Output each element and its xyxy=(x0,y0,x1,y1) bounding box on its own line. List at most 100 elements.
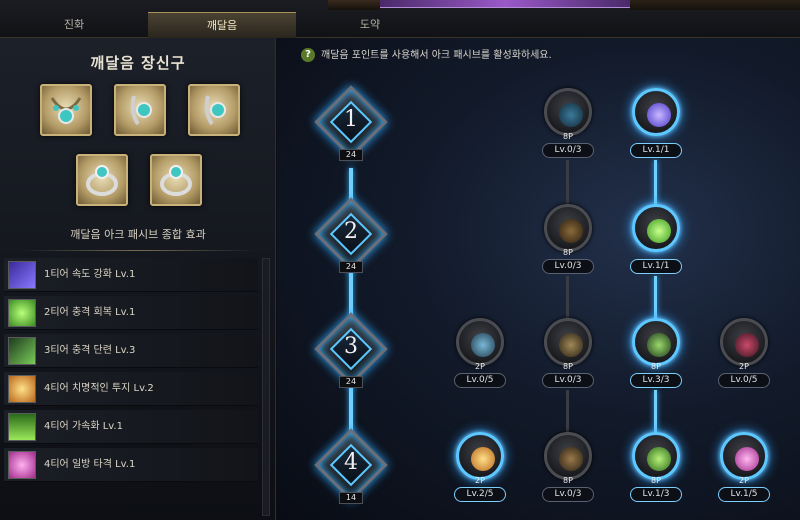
node-points: 8P xyxy=(563,362,573,371)
effect-list: 1티어 속도 강화 Lv.1 2티어 충격 회복 Lv.1 3티어 충격 단련 … xyxy=(4,258,258,486)
node-level: Lv.1/1 xyxy=(630,143,682,158)
node-points: 8P xyxy=(563,248,573,257)
tier-4-badge: 4 14 xyxy=(312,426,390,504)
effect-item[interactable]: 3티어 충격 단련 Lv.3 xyxy=(4,334,258,368)
passive-icon xyxy=(559,219,583,243)
effect-scrollbar[interactable] xyxy=(262,258,270,516)
earring-icon xyxy=(204,95,226,126)
node-level: Lv.1/3 xyxy=(630,487,682,502)
node-level: Lv.2/5 xyxy=(454,487,506,502)
tier-2-badge: 2 24 xyxy=(312,195,390,273)
node-points: 2P xyxy=(475,476,485,485)
passive-orb xyxy=(720,432,768,480)
hint-text: 깨달음 포인트를 사용해서 아크 패시브를 활성화하세요. xyxy=(321,50,552,61)
passive-orb xyxy=(456,432,504,480)
recovery-icon xyxy=(8,299,36,327)
fighting-spirit-icon xyxy=(471,447,495,471)
tier-number: 4 xyxy=(344,450,358,475)
strike-icon xyxy=(735,447,759,471)
tab-enlightenment[interactable]: 깨달음 xyxy=(148,12,296,38)
necklace-icon xyxy=(50,97,82,124)
earring-icon xyxy=(130,95,152,126)
node-level: Lv.0/5 xyxy=(718,373,770,388)
node-points: 2P xyxy=(739,362,749,371)
effect-label: 4티어 치명적인 투지 Lv.2 xyxy=(44,383,154,394)
effect-item[interactable]: 4티어 치명적인 투지 Lv.2 xyxy=(4,372,258,406)
effect-item[interactable]: 1티어 속도 강화 Lv.1 xyxy=(4,258,258,292)
tier-1-badge: 1 24 xyxy=(312,83,390,161)
tier-number: 1 xyxy=(344,107,358,132)
node-t3-a[interactable]: 2P Lv.0/5 xyxy=(452,318,508,394)
earring-slot-1[interactable] xyxy=(114,84,166,136)
speed-icon xyxy=(8,261,36,289)
node-level: Lv.0/5 xyxy=(454,373,506,388)
passive-orb xyxy=(544,204,592,252)
accessory-panel: 깨달음 장신구 깨달음 아크 패시브 종합 효과 1티어 속도 강화 Lv.1 … xyxy=(0,38,276,520)
tier-points: 14 xyxy=(339,492,363,504)
node-level: Lv.0/3 xyxy=(542,143,594,158)
node-points: 8P xyxy=(651,362,661,371)
passive-orb xyxy=(632,432,680,480)
tier-points: 24 xyxy=(339,149,363,161)
node-points: 8P xyxy=(651,476,661,485)
acceleration-icon xyxy=(647,447,671,471)
effect-item[interactable]: 2티어 충격 회복 Lv.1 xyxy=(4,296,258,330)
passive-icon xyxy=(559,333,583,357)
node-t4-b[interactable]: 8P Lv.0/3 xyxy=(540,432,596,508)
passive-orb xyxy=(632,204,680,252)
passive-orb xyxy=(720,318,768,366)
help-icon: ? xyxy=(301,48,315,62)
tab-leap[interactable]: 도약 xyxy=(296,12,444,38)
training-icon xyxy=(647,333,671,357)
top-ornament xyxy=(380,0,630,8)
ring-slot-2[interactable] xyxy=(150,154,202,206)
effect-item[interactable]: 4티어 일방 타격 Lv.1 xyxy=(4,448,258,482)
node-level: Lv.0/3 xyxy=(542,487,594,502)
passive-orb xyxy=(632,88,680,136)
node-t1-b[interactable]: Lv.1/1 xyxy=(628,88,684,164)
node-points: 8P xyxy=(563,476,573,485)
summary-divider xyxy=(20,250,256,251)
node-points: 2P xyxy=(739,476,749,485)
top-ornament-left xyxy=(328,0,380,10)
effect-label: 1티어 속도 강화 Lv.1 xyxy=(44,269,136,280)
effect-label: 4티어 가속화 Lv.1 xyxy=(44,421,123,432)
accessory-title: 깨달음 장신구 xyxy=(90,54,186,72)
top-bar: 진화 깨달음 도약 xyxy=(0,0,800,38)
node-t4-d[interactable]: 2P Lv.1/5 xyxy=(716,432,772,508)
ark-passive-tree: ? 깨달음 포인트를 사용해서 아크 패시브를 활성화하세요. 1 24 2 24… xyxy=(277,38,800,520)
fighting-spirit-icon xyxy=(8,375,36,403)
effect-label: 4티어 일방 타격 Lv.1 xyxy=(44,459,136,470)
acceleration-icon xyxy=(8,413,36,441)
earring-slot-2[interactable] xyxy=(188,84,240,136)
passive-orb xyxy=(544,432,592,480)
tier-points: 24 xyxy=(339,376,363,388)
node-level: Lv.3/3 xyxy=(630,373,682,388)
training-icon xyxy=(8,337,36,365)
tab-evolution[interactable]: 진화 xyxy=(0,12,148,38)
node-t1-a[interactable]: 8P Lv.0/3 xyxy=(540,88,596,164)
node-t3-c[interactable]: 8P Lv.3/3 xyxy=(628,318,684,394)
speed-icon xyxy=(647,103,671,127)
node-level: Lv.1/1 xyxy=(630,259,682,274)
node-t4-a[interactable]: 2P Lv.2/5 xyxy=(452,432,508,508)
passive-icon xyxy=(559,447,583,471)
node-t3-d[interactable]: 2P Lv.0/5 xyxy=(716,318,772,394)
ring-icon xyxy=(86,165,118,196)
summary-title: 깨달음 아크 패시브 종합 효과 xyxy=(70,228,206,241)
node-t3-b[interactable]: 8P Lv.0/3 xyxy=(540,318,596,394)
node-t4-c[interactable]: 8P Lv.1/3 xyxy=(628,432,684,508)
passive-orb xyxy=(632,318,680,366)
top-ornament-right xyxy=(630,0,800,10)
ring-slot-1[interactable] xyxy=(76,154,128,206)
node-t2-b[interactable]: Lv.1/1 xyxy=(628,204,684,280)
effect-label: 3티어 충격 단련 Lv.3 xyxy=(44,345,136,356)
effect-label: 2티어 충격 회복 Lv.1 xyxy=(44,307,136,318)
effect-item[interactable]: 4티어 가속화 Lv.1 xyxy=(4,410,258,444)
tier-number: 3 xyxy=(344,334,358,359)
node-t2-a[interactable]: 8P Lv.0/3 xyxy=(540,204,596,280)
necklace-slot[interactable] xyxy=(40,84,92,136)
tier-3-badge: 3 24 xyxy=(312,310,390,388)
tier-number: 2 xyxy=(344,219,358,244)
ring-icon xyxy=(160,165,192,196)
